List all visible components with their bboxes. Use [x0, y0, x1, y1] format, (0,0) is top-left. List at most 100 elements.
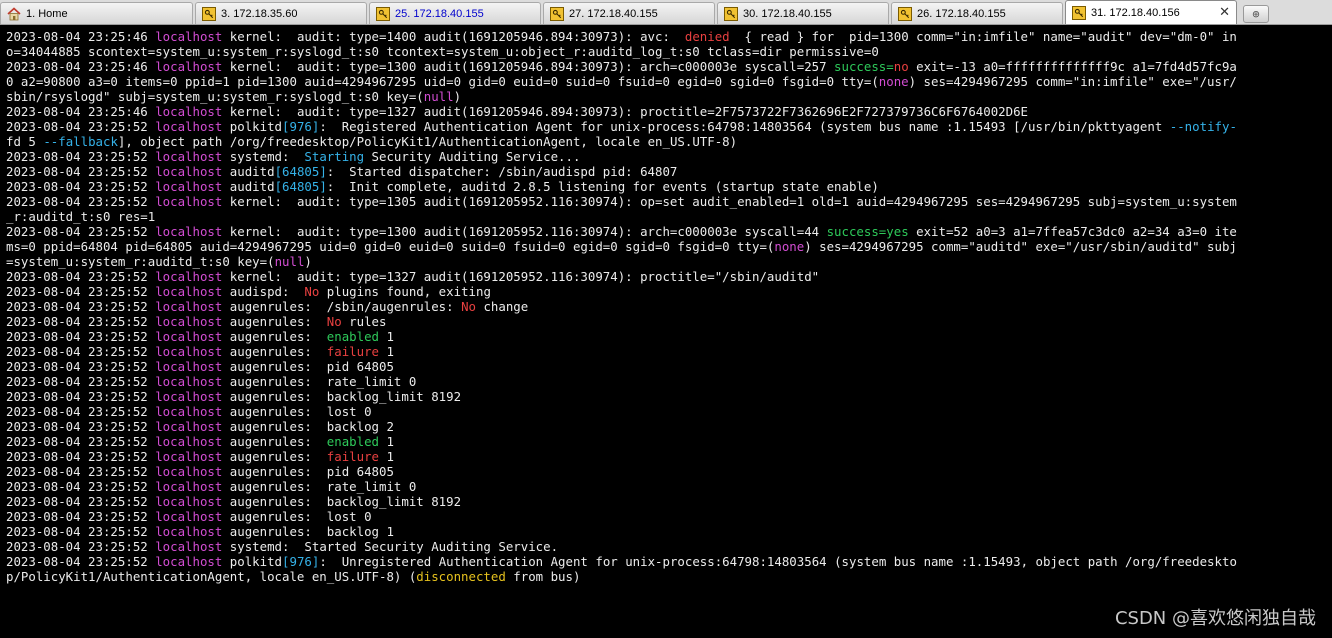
terminal-text: { read } for pid=1300 comm="in:imfile" n… [729, 29, 1237, 44]
terminal-text: polkitd [222, 119, 283, 134]
tab-1[interactable]: 1. Home [0, 2, 193, 24]
tab-2[interactable]: 3. 172.18.35.60 [195, 2, 367, 24]
terminal-line: 2023-08-04 23:25:52 localhost kernel: au… [6, 224, 1332, 239]
key-icon [202, 6, 216, 21]
terminal-text: 2023-08-04 23:25:52 [6, 194, 156, 209]
terminal-text: 1 [379, 329, 394, 344]
terminal-highlight: localhost [155, 464, 223, 479]
terminal-text: 2023-08-04 23:25:52 [6, 494, 156, 509]
terminal-text: 2023-08-04 23:25:46 [6, 104, 156, 119]
terminal-text: 2023-08-04 23:25:52 [6, 464, 156, 479]
home-icon [7, 6, 21, 20]
terminal-text: 2023-08-04 23:25:52 [6, 524, 156, 539]
tab-label: 31. 172.18.40.156 [1091, 6, 1180, 19]
new-tab-button[interactable]: ⊕ [1243, 5, 1269, 23]
session-tab-bar: 1. Home 3. 172.18.35.60 25. 172.18.40.155 2… [0, 0, 1332, 25]
terminal-line: 2023-08-04 23:25:52 localhost systemd: S… [6, 149, 1332, 164]
terminal-line: 2023-08-04 23:25:52 localhost kernel: au… [6, 269, 1332, 284]
terminal-highlight: none [878, 74, 909, 89]
terminal-line: 2023-08-04 23:25:52 localhost augenrules… [6, 464, 1332, 479]
close-icon[interactable]: ✕ [1219, 4, 1230, 20]
terminal-text: 2023-08-04 23:25:46 [6, 59, 156, 74]
terminal-text: auditd [222, 179, 275, 194]
terminal-highlight: localhost [155, 449, 223, 464]
terminal-highlight: [64805] [274, 179, 327, 194]
tab-4[interactable]: 27. 172.18.40.155 [543, 2, 715, 24]
terminal-highlight: failure [326, 344, 379, 359]
terminal-highlight: --fallback [43, 134, 118, 149]
terminal-text: audispd: [222, 284, 305, 299]
terminal-output[interactable]: 2023-08-04 23:25:46 localhost kernel: au… [0, 25, 1332, 638]
terminal-highlight: enabled [326, 434, 379, 449]
terminal-text: augenrules: backlog_limit 8192 [222, 494, 462, 509]
terminal-highlight: localhost [155, 404, 223, 419]
tab-label: 3. 172.18.35.60 [221, 7, 298, 20]
terminal-text: 2023-08-04 23:25:52 [6, 149, 156, 164]
terminal-text: augenrules: [222, 434, 327, 449]
terminal-highlight: null [274, 254, 305, 269]
terminal-line: 2023-08-04 23:25:52 localhost augenrules… [6, 329, 1332, 344]
terminal-line: o=34044885 scontext=system_u:system_r:sy… [6, 44, 1332, 59]
terminal-line: 2023-08-04 23:25:52 localhost augenrules… [6, 419, 1332, 434]
terminal-text: 2023-08-04 23:25:52 [6, 404, 156, 419]
terminal-line: sbin/rsyslogd" subj=system_u:system_r:sy… [6, 89, 1332, 104]
terminal-highlight: null [423, 89, 454, 104]
terminal-highlight: localhost [155, 164, 223, 179]
terminal-highlight: localhost [155, 389, 223, 404]
terminal-line: 2023-08-04 23:25:52 localhost augenrules… [6, 509, 1332, 524]
terminal-text: 2023-08-04 23:25:52 [6, 119, 156, 134]
terminal-highlight: localhost [155, 104, 223, 119]
terminal-highlight: none [774, 239, 805, 254]
terminal-text: sbin/rsyslogd" subj=system_u:system_r:sy… [6, 89, 424, 104]
terminal-highlight: [64805] [274, 164, 327, 179]
terminal-highlight: No [461, 299, 476, 314]
terminal-text: augenrules: lost 0 [222, 509, 372, 524]
terminal-text: 2023-08-04 23:25:52 [6, 449, 156, 464]
terminal-text: 2023-08-04 23:25:52 [6, 224, 156, 239]
terminal-text: kernel: audit: type=1327 audit(169120594… [222, 104, 1029, 119]
tab-6[interactable]: 26. 172.18.40.155 [891, 2, 1063, 24]
key-icon [376, 6, 390, 21]
terminal-text: 2023-08-04 23:25:52 [6, 554, 156, 569]
terminal-text: exit=-13 a0=ffffffffffffff9c a1=7fd4d57f… [908, 59, 1237, 74]
terminal-text: o=34044885 scontext=system_u:system_r:sy… [6, 44, 879, 59]
terminal-text: from bus) [505, 569, 581, 584]
terminal-highlight: success= [834, 59, 894, 74]
terminal-text: fd [6, 134, 21, 149]
tab-3[interactable]: 25. 172.18.40.155 [369, 2, 541, 24]
terminal-highlight: localhost [155, 299, 223, 314]
terminal-line: _r:auditd_t:s0 res=1 [6, 209, 1332, 224]
terminal-text: augenrules: backlog 1 [222, 524, 394, 539]
watermark: CSDN @喜欢悠闲独自哉 [1114, 608, 1316, 629]
terminal-text: 1 [379, 344, 394, 359]
terminal-line: 2023-08-04 23:25:52 localhost augenrules… [6, 374, 1332, 389]
terminal-line: 2023-08-04 23:25:46 localhost kernel: au… [6, 29, 1332, 44]
terminal-highlight: localhost [155, 344, 223, 359]
terminal-text: 2023-08-04 23:25:52 [6, 269, 156, 284]
tab-label: 26. 172.18.40.155 [917, 7, 1006, 20]
terminal-text: 2023-08-04 23:25:52 [6, 299, 156, 314]
terminal-text: kernel: audit: type=1400 audit(169120594… [222, 29, 685, 44]
tab-5[interactable]: 30. 172.18.40.155 [717, 2, 889, 24]
terminal-line: 2023-08-04 23:25:52 localhost augenrules… [6, 494, 1332, 509]
terminal-highlight: success=yes [826, 224, 909, 239]
terminal-highlight: localhost [155, 329, 223, 344]
terminal-text: change [475, 299, 529, 314]
terminal-highlight: localhost [155, 494, 223, 509]
terminal-text: 2023-08-04 23:25:52 [6, 389, 156, 404]
terminal-line: 2023-08-04 23:25:52 localhost augenrules… [6, 344, 1332, 359]
terminal-text: 2023-08-04 23:25:52 [6, 284, 156, 299]
terminal-line: =system_u:system_r:auditd_t:s0 key=(null… [6, 254, 1332, 269]
terminal-text: auditd [222, 164, 275, 179]
terminal-text: 2023-08-04 23:25:52 [6, 434, 156, 449]
terminal-highlight: No [326, 314, 342, 329]
terminal-highlight: localhost [155, 59, 223, 74]
terminal-text: plugins found, exiting [319, 284, 491, 299]
terminal-text: ) ses=4294967295 comm="in:imfile" exe="/… [908, 74, 1237, 89]
terminal-text: ], object path /org/freedesktop/PolicyKi… [117, 134, 738, 149]
terminal-text: polkitd [222, 554, 283, 569]
tab-7[interactable]: 31. 172.18.40.156 ✕ [1065, 0, 1237, 24]
terminal-text: 2023-08-04 23:25:52 [6, 164, 156, 179]
terminal-line: 2023-08-04 23:25:52 localhost auditd[648… [6, 179, 1332, 194]
terminal-highlight: localhost [155, 479, 223, 494]
